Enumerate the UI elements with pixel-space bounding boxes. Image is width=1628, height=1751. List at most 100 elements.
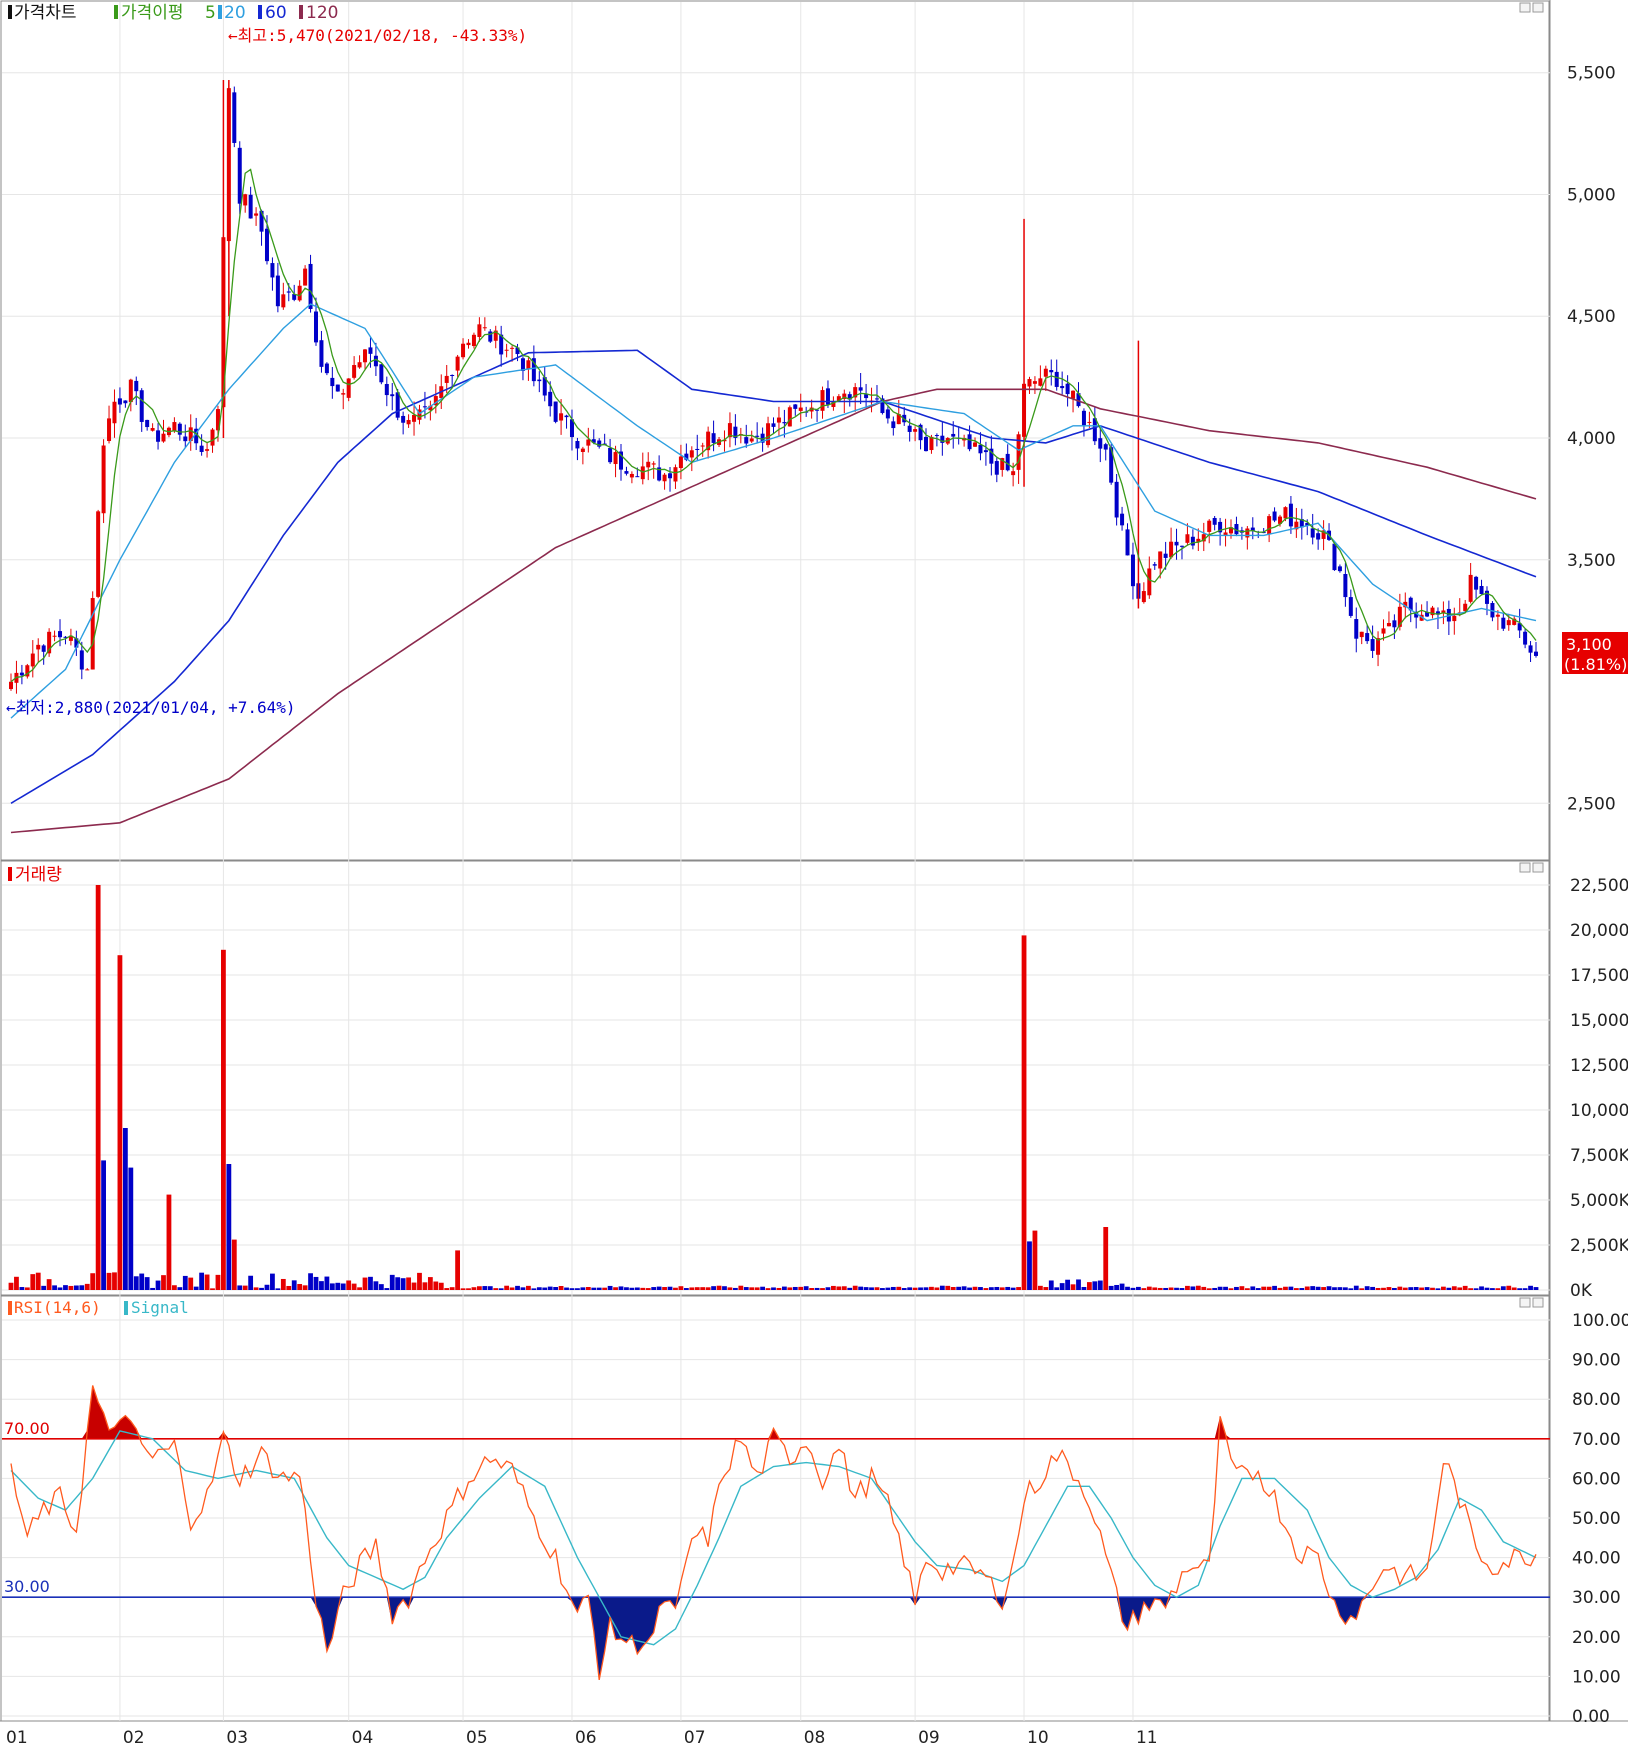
- candle-down: [1212, 517, 1217, 525]
- candle-down: [891, 421, 896, 429]
- volume-bar: [1522, 1288, 1528, 1290]
- candle-down: [1049, 370, 1054, 373]
- pane-maximize-icon[interactable]: [1519, 2, 1531, 13]
- volume-bar: [362, 1277, 368, 1290]
- pane-maximize-icon[interactable]: [1519, 862, 1531, 873]
- volume-bar: [585, 1287, 591, 1290]
- volume-bar: [1528, 1285, 1533, 1290]
- volume-bar: [1500, 1286, 1506, 1290]
- volume-bar: [133, 1276, 139, 1290]
- volume-bar: [1163, 1287, 1169, 1290]
- volume-bar: [749, 1287, 755, 1290]
- candle-down: [58, 631, 63, 638]
- volume-bar: [1081, 1286, 1087, 1290]
- volume-bar: [1125, 1286, 1130, 1290]
- volume-bar: [1511, 1287, 1517, 1290]
- volume-bar: [150, 1287, 156, 1290]
- legend-swatch: [258, 5, 262, 19]
- candle-up: [254, 213, 259, 216]
- candle-down: [123, 400, 128, 404]
- pane-close-icon[interactable]: [1532, 1297, 1544, 1308]
- volume-y-tick: 22,500K: [1570, 876, 1628, 896]
- candle-down: [793, 404, 798, 409]
- volume-bar: [1272, 1285, 1277, 1290]
- volume-bar: [101, 1160, 106, 1290]
- pane-close-icon[interactable]: [1532, 2, 1544, 13]
- volume-bar: [1321, 1287, 1326, 1290]
- volume-bar: [934, 1287, 940, 1290]
- volume-bar: [1103, 1227, 1109, 1290]
- volume-bar: [8, 1282, 14, 1290]
- candle-down: [248, 194, 253, 219]
- volume-bar: [999, 1287, 1005, 1290]
- candle-up: [929, 436, 934, 451]
- volume-bar: [319, 1281, 324, 1290]
- volume-bar: [1092, 1281, 1098, 1290]
- legend-price: 가격차트: [14, 3, 77, 23]
- volume-bar: [498, 1288, 504, 1290]
- candle-up: [1463, 603, 1468, 611]
- x-tick-label: 09: [918, 1728, 940, 1748]
- volume-bar: [602, 1287, 608, 1290]
- volume-bar: [1490, 1288, 1495, 1290]
- x-tick-label: 11: [1136, 1728, 1158, 1748]
- volume-bar: [923, 1287, 929, 1290]
- candle-down: [1092, 418, 1097, 442]
- volume-bar: [831, 1285, 836, 1290]
- volume-bar: [656, 1286, 662, 1290]
- volume-y-tick: 17,500K: [1570, 966, 1628, 986]
- pane-close-icon[interactable]: [1532, 862, 1544, 873]
- volume-bar: [427, 1277, 433, 1290]
- volume-bar: [1114, 1284, 1120, 1290]
- volume-bar: [204, 1274, 210, 1290]
- volume-bar: [1097, 1280, 1103, 1290]
- volume-bar: [324, 1276, 330, 1290]
- candle-up: [1283, 507, 1288, 519]
- candle-down: [308, 263, 313, 309]
- volume-bar: [1076, 1279, 1081, 1290]
- candle-down: [624, 471, 629, 474]
- volume-bar: [215, 1274, 221, 1290]
- volume-bar: [792, 1286, 798, 1290]
- volume-bar: [509, 1287, 515, 1290]
- stock-chart[interactable]: 01 02 03 04 05 06 07 08 09 10 11 5,500 5,000 4,500 4,0…: [0, 0, 1628, 1751]
- volume-bar: [46, 1279, 52, 1290]
- volume-y-tick: 15,000K: [1570, 1011, 1628, 1031]
- volume-bar: [765, 1288, 771, 1290]
- candle-down: [368, 347, 373, 354]
- pane-maximize-icon[interactable]: [1519, 1297, 1531, 1308]
- candle-up: [1207, 520, 1212, 532]
- volume-bar: [1261, 1286, 1267, 1290]
- volume-bar: [1168, 1287, 1174, 1290]
- candle-down: [967, 434, 972, 450]
- volume-bar: [1136, 1286, 1141, 1290]
- volume-bar: [820, 1288, 825, 1290]
- volume-bar: [313, 1276, 319, 1290]
- volume-bar: [1043, 1287, 1049, 1290]
- legend-ma20: 20: [224, 3, 246, 23]
- volume-bar: [84, 1283, 90, 1290]
- candle-down: [422, 406, 427, 408]
- volume-bar: [482, 1286, 488, 1290]
- volume-bar: [384, 1288, 390, 1290]
- candle-up: [1147, 568, 1152, 596]
- volume-bar: [155, 1280, 161, 1290]
- candle-down: [1060, 386, 1065, 389]
- legend-volume: 거래량: [15, 865, 62, 885]
- volume-bar: [182, 1275, 188, 1290]
- candle-down: [864, 394, 869, 399]
- candle-down: [270, 263, 275, 278]
- volume-bar: [1206, 1288, 1212, 1290]
- volume-bar: [1174, 1287, 1179, 1290]
- volume-bar: [939, 1285, 945, 1290]
- candle-down: [324, 363, 329, 374]
- volume-bar: [166, 1194, 172, 1290]
- volume-bar: [880, 1288, 885, 1290]
- volume-bar: [901, 1288, 907, 1290]
- volume-bar: [558, 1286, 564, 1290]
- volume-bar: [417, 1272, 422, 1290]
- volume-bar: [1359, 1288, 1365, 1290]
- volume-bar: [171, 1285, 177, 1290]
- legend-rsi: RSI(14,6): [14, 1298, 101, 1317]
- volume-bar: [885, 1287, 891, 1290]
